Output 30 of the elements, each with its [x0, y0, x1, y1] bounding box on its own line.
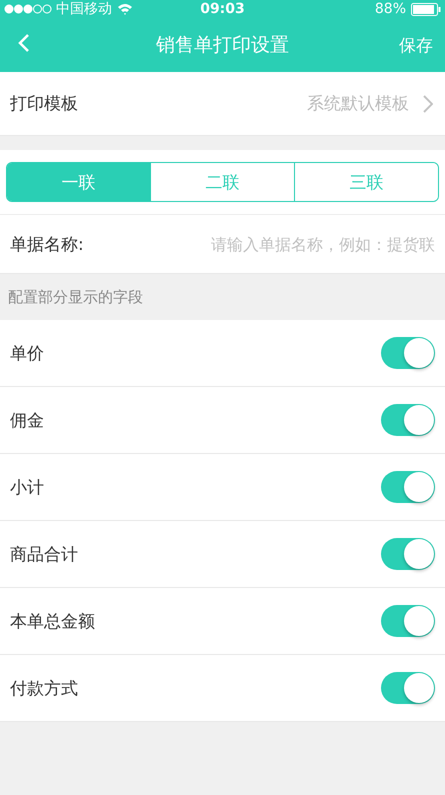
wifi-icon: [117, 3, 133, 15]
field-label: 本单总金额: [10, 610, 95, 632]
field-toggle[interactable]: [381, 605, 435, 637]
field-label: 付款方式: [10, 678, 78, 700]
copy-tab[interactable]: 一联: [7, 163, 150, 201]
template-label: 打印模板: [10, 93, 78, 115]
carrier-name: 中国移动: [56, 0, 112, 18]
signal-icon: [4, 4, 52, 14]
field-toggle[interactable]: [381, 337, 435, 369]
battery-percent: 88%: [374, 1, 406, 17]
field-toggle[interactable]: [381, 471, 435, 503]
field-toggle[interactable]: [381, 538, 435, 570]
section-header: 配置部分显示的字段: [7, 286, 144, 308]
field-label: 小计: [10, 476, 44, 498]
page-title: 销售单打印设置: [156, 33, 289, 58]
chevron-icon: [423, 94, 433, 112]
copy-tab[interactable]: 三联: [294, 163, 438, 201]
status-time: 09:03: [200, 1, 245, 17]
document-name-input[interactable]: 请输入单据名称，例如：提货联: [155, 234, 435, 254]
field-label: 商品合计: [10, 544, 78, 566]
template-row[interactable]: 打印模板 系统默认模板: [0, 72, 445, 136]
battery-icon: [411, 2, 441, 16]
field-toggle[interactable]: [381, 404, 435, 436]
document-name-label: 单据名称:: [10, 234, 84, 256]
save-button[interactable]: 保存: [399, 34, 433, 56]
back-icon: [18, 33, 30, 53]
template-value: 系统默认模板: [307, 93, 409, 115]
field-label: 佣金: [10, 410, 44, 432]
field-label: 单价: [10, 342, 44, 364]
field-toggle[interactable]: [381, 672, 435, 704]
